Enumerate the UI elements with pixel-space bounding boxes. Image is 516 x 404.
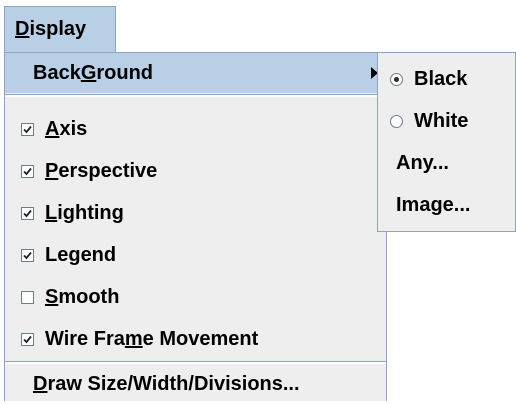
menu-item-label: Draw Size/Width/Divisions...: [33, 372, 300, 395]
menu-item-background-label: BackGround: [33, 61, 154, 84]
submenu-item-black[interactable]: Black: [378, 59, 515, 99]
display-menu: BackGround Axis Perspective Lighting Leg…: [4, 52, 387, 401]
submenu-item-label: Any...: [396, 151, 449, 174]
menu-item-smooth[interactable]: Smooth: [5, 277, 386, 317]
submenu-item-label: Image...: [396, 193, 471, 216]
menu-item-background[interactable]: BackGround: [5, 53, 386, 93]
background-submenu: Black White Any... Image...: [377, 52, 516, 232]
menu-item-label: Axis: [45, 117, 88, 140]
menu-item-lighting[interactable]: Lighting: [5, 193, 386, 233]
submenu-item-label: White: [414, 109, 469, 132]
menu-item-label: Perspective: [45, 159, 158, 182]
menu-item-axis[interactable]: Axis: [5, 109, 386, 149]
checkbox-checked-icon: [21, 206, 34, 220]
menu-item-label: Smooth: [45, 285, 120, 308]
menu-item-label: Legend: [45, 243, 117, 266]
checkbox-checked-icon: [21, 122, 34, 136]
submenu-item-label: Black: [414, 67, 468, 90]
radio-selected-icon: [390, 72, 403, 86]
menu-item-label: Lighting: [45, 201, 124, 224]
menu-item-perspective[interactable]: Perspective: [5, 151, 386, 191]
submenu-item-image[interactable]: Image...: [378, 185, 515, 225]
menu-item-legend[interactable]: Legend: [5, 235, 386, 275]
submenu-item-any[interactable]: Any...: [378, 143, 515, 183]
menu-item-draw-size[interactable]: Draw Size/Width/Divisions...: [5, 364, 386, 404]
checkbox-checked-icon: [21, 248, 34, 262]
submenu-item-white[interactable]: White: [378, 101, 515, 141]
menu-item-label: Wire Frame Movement: [45, 327, 259, 350]
checkbox-checked-icon: [21, 332, 34, 346]
checkbox-checked-icon: [21, 164, 34, 178]
menu-display-label: Display: [15, 18, 87, 40]
checkbox-unchecked-icon: [21, 290, 34, 304]
menu-separator: [5, 94, 386, 97]
menu-display[interactable]: Display: [4, 6, 116, 52]
radio-unselected-icon: [390, 114, 403, 128]
menu-item-wire-frame-movement[interactable]: Wire Frame Movement: [5, 319, 386, 359]
